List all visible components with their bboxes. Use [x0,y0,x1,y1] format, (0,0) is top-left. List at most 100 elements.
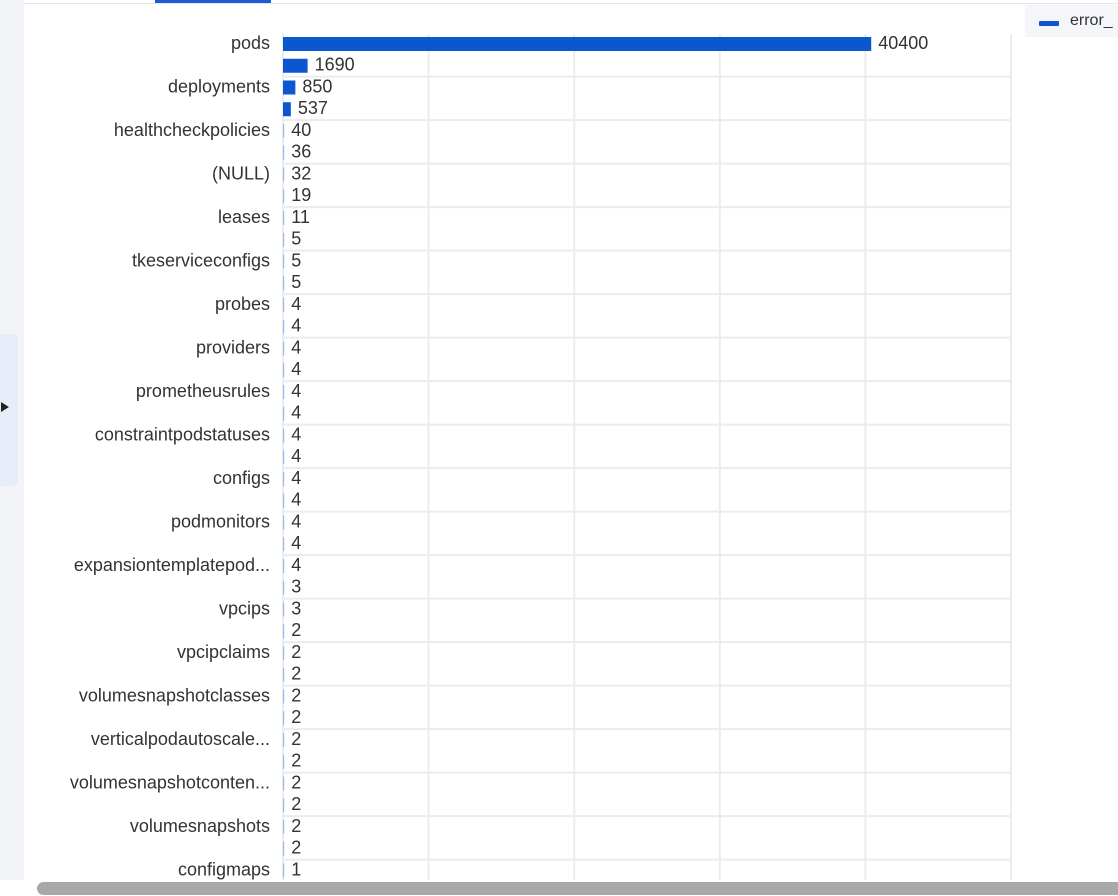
bar-value-label: 4 [291,446,301,466]
bar [283,145,285,160]
bar [283,385,285,399]
bar [283,798,285,813]
bar-value-label: 4 [291,403,301,423]
bar [283,254,285,269]
category-label: deployments [168,76,270,96]
bar [283,602,285,617]
category-label: configmaps [178,859,270,879]
bar-value-label: 4 [291,511,301,531]
bar [283,167,285,182]
bar-value-label: 2 [291,729,301,749]
bar-value-label: 4 [291,424,301,444]
category-label: tkeserviceconfigs [132,250,270,270]
category-label: configs [213,468,270,488]
bar [283,841,285,856]
category-label: providers [196,337,270,357]
legend-swatch [1039,21,1059,26]
bar-value-label: 1690 [315,55,355,75]
bar [283,580,285,595]
bar-chart: pods deployments healthcheckpolicies (NULL)… [70,33,1012,880]
bar-value-label: 2 [291,816,301,836]
bar-value-label: 2 [291,751,301,771]
bar-value-label: 3 [291,577,301,597]
bar [283,37,872,51]
bar [283,515,285,530]
bar-value-label: 2 [291,642,301,662]
bar-value-label: 40400 [878,33,928,53]
chart-legend[interactable]: error_ [1025,5,1118,37]
bar [283,863,285,878]
bar [283,537,285,552]
bar [283,559,285,573]
bar [283,820,285,834]
bar [283,667,285,682]
bar [283,189,285,204]
bar-value-label: 1 [291,859,301,879]
bar-value-label: 2 [291,664,301,684]
bar-value-label: 850 [302,76,332,96]
legend-label: error_ [1070,12,1113,29]
bar [283,298,285,312]
category-label: probes [215,294,270,314]
bar [283,80,296,95]
category-label: volumesnapshotconten... [70,772,270,792]
bar-value-label: 32 [291,163,311,183]
bar [283,472,285,486]
bar [283,646,285,660]
bar-value-label: 4 [291,555,301,575]
category-label: podmonitors [171,511,270,531]
bar-value-label: 537 [298,98,328,118]
bar [283,711,285,726]
bar-value-label: 40 [291,120,311,140]
bar [283,428,285,443]
bar-value-label: 4 [291,316,301,336]
bar-value-label: 4 [291,337,301,357]
bar [283,211,285,225]
bar [283,102,291,117]
bar-value-label: 2 [291,838,301,858]
plot-area [283,34,1011,880]
category-label: verticalpodautoscale... [91,729,270,749]
category-label: healthcheckpolicies [114,120,270,140]
bar-value-label: 2 [291,685,301,705]
category-label: expansiontemplatepod... [74,555,270,575]
bar [283,319,285,334]
category-label: leases [218,207,270,227]
bar [283,232,285,247]
bar-value-label: 11 [291,207,310,227]
bar [283,450,285,465]
bar [283,754,285,769]
bar-value-label: 3 [291,598,301,618]
bar-value-label: 2 [291,620,301,640]
category-label: volumesnapshotclasses [79,685,270,705]
bar-value-label: 4 [291,533,301,553]
bar [283,776,285,791]
bar-value-label: 36 [291,142,311,162]
bar-value-label: 4 [291,381,301,401]
bar-value-label: 19 [291,185,311,205]
category-label: vpcips [219,598,270,618]
bar-value-label: 5 [291,229,301,249]
bar [283,406,285,421]
bar-value-label: 2 [291,772,301,792]
bar-value-label: 2 [291,794,301,814]
bar [283,276,285,291]
category-label: pods [231,33,270,53]
bar [283,493,285,508]
horizontal-scrollbar-thumb[interactable] [37,882,1118,895]
bar-value-label: 4 [291,359,301,379]
bar-value-label: 5 [291,250,301,270]
bar-value-label: 5 [291,272,301,292]
bar [283,624,285,639]
category-label: (NULL) [212,163,270,183]
bar-value-label: 2 [291,707,301,727]
bar [283,689,285,704]
bar [283,733,285,747]
bar-value-label: 4 [291,294,301,314]
bar [283,58,308,73]
category-label: vpcipclaims [177,642,270,662]
bar [283,124,285,138]
category-label: constraintpodstatuses [95,424,270,444]
bar-value-label: 4 [291,468,301,488]
bar-value-label: 4 [291,490,301,510]
